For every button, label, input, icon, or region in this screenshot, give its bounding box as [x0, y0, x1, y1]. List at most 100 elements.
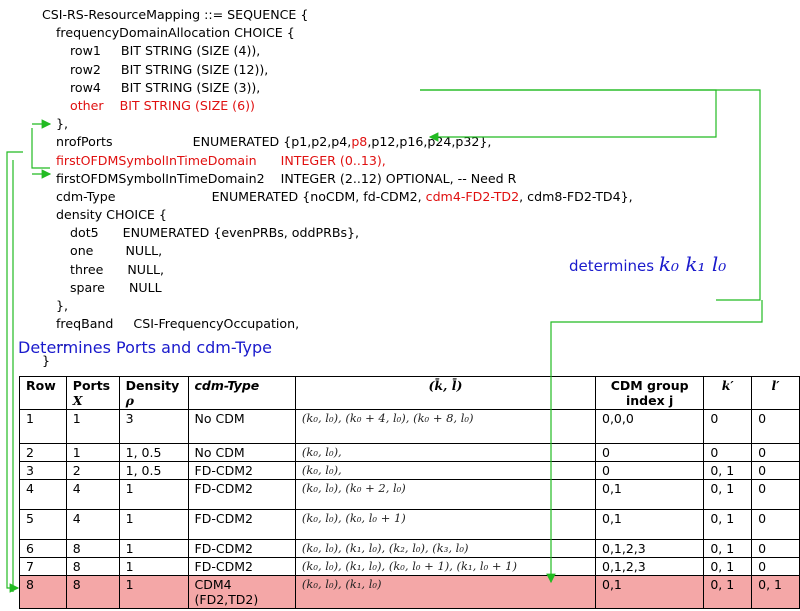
cell-density: 1, 0.5	[118, 461, 189, 480]
cell-ports: 2	[65, 461, 120, 480]
determines-math: k₀ k₁ l₀	[658, 252, 727, 276]
cell-row: 7	[19, 557, 67, 576]
cell-kp: 0, 1	[703, 461, 753, 480]
cell-density: 1, 0.5	[118, 443, 189, 462]
header-l-prime: l′	[751, 376, 800, 410]
subtitle-ports-cdm: Determines Ports and cdm-Type	[18, 338, 272, 357]
cell-cdm: CDM4 (FD2,TD2)	[187, 575, 296, 609]
cell-kl: (k₀, l₀), (k₁, l₀), (k₂, l₀), (k₃, l₀)	[294, 539, 597, 558]
cell-row: 6	[19, 539, 67, 558]
cell-ports: 1	[65, 409, 120, 444]
cell-ports: 4	[65, 509, 120, 540]
cell-ports: 8	[65, 539, 120, 558]
header-cdm-type: cdm-Type	[187, 376, 296, 410]
cell-kl: (k₀, l₀), (k₀, l₀ + 1)	[294, 509, 597, 540]
table-row: 6 8 1 FD-CDM2 (k₀, l₀), (k₁, l₀), (k₂, l₀), …	[19, 539, 800, 558]
header-row: Row	[19, 376, 67, 410]
code-line: firstOFDMSymbolInTimeDomain2 INTEGER (2.…	[56, 170, 517, 186]
cell-kp: 0, 1	[703, 479, 753, 510]
code-line: three NULL,	[70, 261, 165, 277]
cell-ports: 1	[65, 443, 120, 462]
cell-j: 0,1	[594, 479, 705, 510]
determines-annotation: determines k₀ k₁ l₀	[569, 252, 726, 276]
cell-density: 3	[118, 409, 189, 444]
cell-row: 2	[19, 443, 67, 462]
cell-density: 1	[118, 557, 189, 576]
cell-cdm: No CDM	[187, 409, 296, 444]
cell-cdm: No CDM	[187, 443, 296, 462]
cell-lp: 0	[751, 557, 800, 576]
cell-kp: 0, 1	[703, 509, 753, 540]
code-line: other BIT STRING (SIZE (6))	[70, 97, 255, 113]
cell-cdm: FD-CDM2	[187, 509, 296, 540]
cell-cdm: FD-CDM2	[187, 539, 296, 558]
cell-ports: 8	[65, 575, 120, 609]
code-line: frequencyDomainAllocation CHOICE {	[56, 25, 295, 41]
cell-density: 1	[118, 479, 189, 510]
table-row: 8 8 1 CDM4 (FD2,TD2) (k₀, l₀), (k₁, l₀) 0,1 0,…	[19, 575, 800, 609]
determines-label: determines	[569, 257, 655, 275]
cell-density: 1	[118, 539, 189, 558]
table-row: 5 4 1 FD-CDM2 (k₀, l₀), (k₀, l₀ + 1) 0,1 0, 10	[19, 509, 800, 540]
asn1-code-block: CSI-RS-ResourceMapping ::= SEQUENCE {fre…	[42, 6, 633, 370]
cell-ports: 4	[65, 479, 120, 510]
code-line: },	[56, 298, 69, 313]
cell-cdm: FD-CDM2	[187, 557, 296, 576]
cell-kl: (k₀, l₀), (k₀ + 2, l₀)	[294, 479, 597, 510]
code-line: },	[56, 116, 69, 132]
header-density: Density ρ	[118, 376, 189, 410]
header-ports: Ports X	[65, 376, 120, 410]
cell-j: 0,1,2,3	[594, 539, 705, 558]
cell-cdm: FD-CDM2	[187, 461, 296, 480]
code-line: CSI-RS-ResourceMapping ::= SEQUENCE {	[42, 7, 309, 22]
code-line: nrofPorts ENUMERATED {p1,p2,p4,p8,p12,p1…	[56, 134, 492, 150]
table-row: 2 1 1, 0.5 No CDM (k₀, l₀), 0 0 0	[19, 443, 800, 462]
cell-lp: 0	[751, 461, 800, 480]
code-line: cdm-Type ENUMERATED {noCDM, fd-CDM2, cdm…	[56, 188, 633, 204]
cell-cdm: FD-CDM2	[187, 479, 296, 510]
cell-lp: 0	[751, 509, 800, 540]
cell-row: 8	[19, 575, 67, 609]
cell-j: 0,1	[594, 509, 705, 540]
table-row: 1 1 3 No CDM (k₀, l₀), (k₀ + 4, l₀), (k₀ + 8…	[19, 409, 800, 444]
code-line: firstOFDMSymbolInTimeDomain INTEGER (0..…	[56, 152, 386, 168]
cell-lp: 0	[751, 539, 800, 558]
header-k-prime: k′	[703, 376, 753, 410]
cell-kp: 0, 1	[703, 539, 753, 558]
cell-lp: 0	[751, 479, 800, 510]
cell-j: 0,0,0	[594, 409, 705, 444]
cell-j: 0,1	[594, 575, 705, 609]
cell-j: 0,1,2,3	[594, 557, 705, 576]
cell-kl: (k₀, l₀),	[294, 443, 597, 462]
header-kl: (k̄, l̄)	[294, 376, 597, 410]
table-row: 7 8 1 FD-CDM2 (k₀, l₀), (k₁, l₀), (k₀, l₀ + …	[19, 557, 800, 576]
code-line: row1 BIT STRING (SIZE (4)),	[70, 43, 261, 59]
code-line: freqBand CSI-FrequencyOccupation,	[56, 316, 300, 332]
cell-kp: 0	[703, 409, 753, 444]
cell-kp: 0, 1	[703, 575, 753, 609]
cell-kl: (k₀, l₀), (k₁, l₀)	[294, 575, 597, 609]
cell-kp: 0, 1	[703, 557, 753, 576]
table-row: 4 4 1 FD-CDM2 (k₀, l₀), (k₀ + 2, l₀) 0,1 0, 10	[19, 479, 800, 510]
cell-row: 1	[19, 409, 67, 444]
cell-row: 5	[19, 509, 67, 540]
cell-density: 1	[118, 509, 189, 540]
cell-row: 3	[19, 461, 67, 480]
cell-lp: 0, 1	[751, 575, 800, 609]
cell-j: 0	[594, 461, 705, 480]
table-header-row: Row Ports X Density ρ cdm-Type (k̄, l̄) CD…	[19, 376, 800, 410]
header-cdm-group: CDM group index j	[594, 376, 705, 410]
cell-density: 1	[118, 575, 189, 609]
cell-kl: (k₀, l₀), (k₀ + 4, l₀), (k₀ + 8, l₀)	[294, 409, 597, 444]
cell-lp: 0	[751, 409, 800, 444]
code-line: dot5 ENUMERATED {evenPRBs, oddPRBs},	[70, 225, 360, 241]
code-line: spare NULL	[70, 279, 162, 295]
cell-row: 4	[19, 479, 67, 510]
code-line: row2 BIT STRING (SIZE (12)),	[70, 61, 269, 77]
cell-j: 0	[594, 443, 705, 462]
code-line: one NULL,	[70, 243, 163, 259]
cell-lp: 0	[751, 443, 800, 462]
csi-rs-locations-table: Row Ports X Density ρ cdm-Type (k̄, l̄) CD…	[19, 376, 800, 609]
code-line: row4 BIT STRING (SIZE (3)),	[70, 79, 261, 95]
table-row: 3 2 1, 0.5 FD-CDM2 (k₀, l₀), 0 0, 10	[19, 461, 800, 480]
